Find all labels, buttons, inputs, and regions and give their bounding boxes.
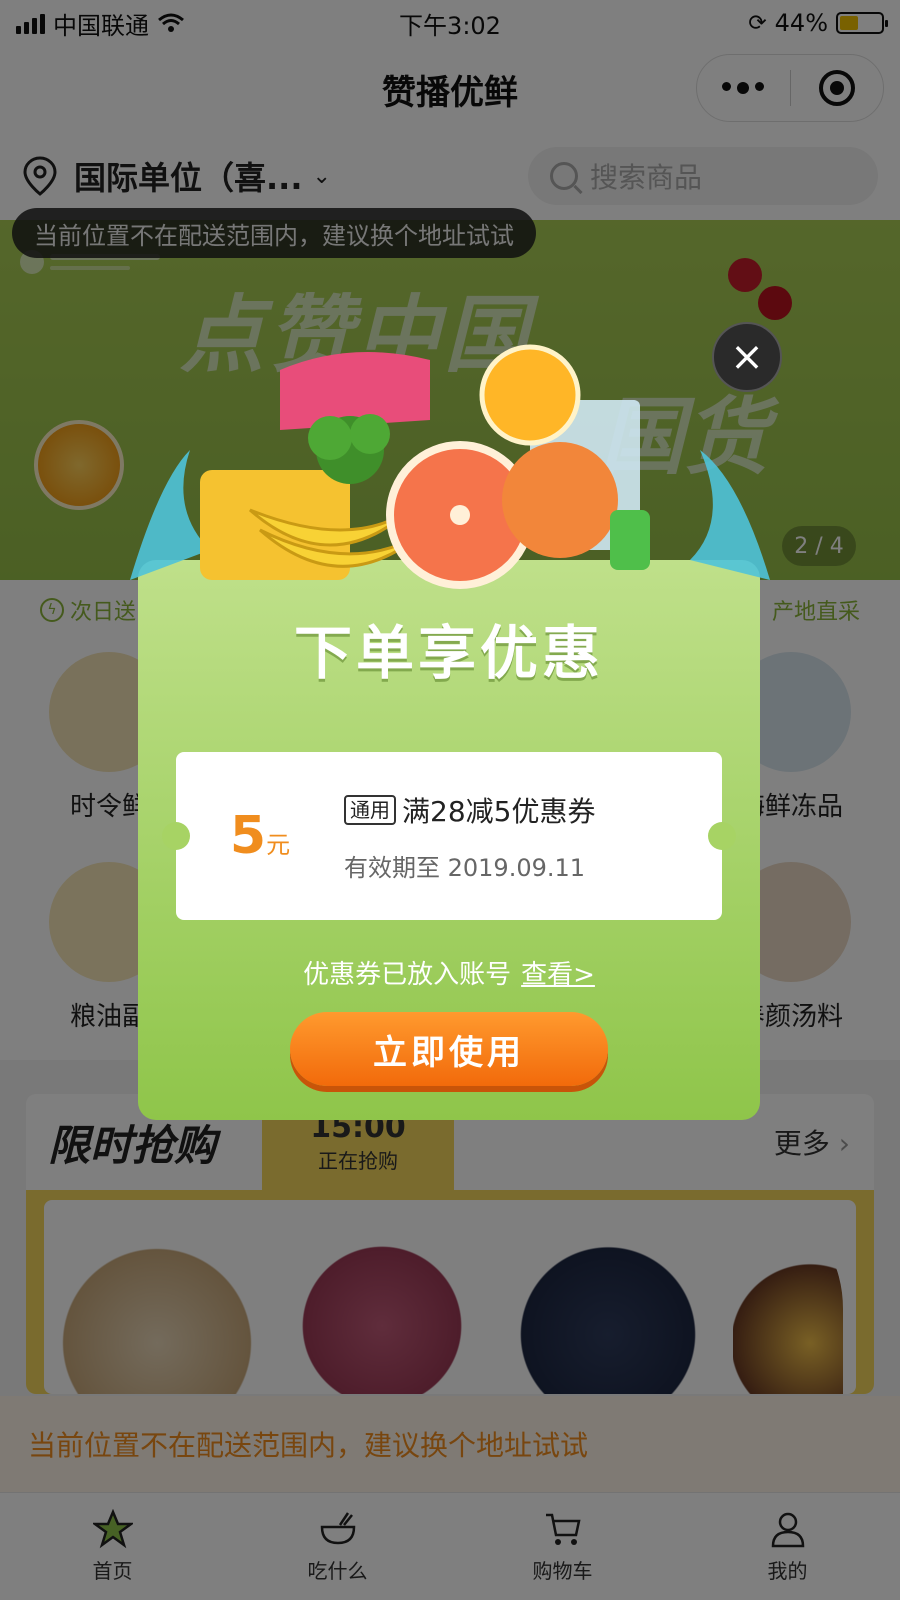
- fruit-illustration: [130, 344, 770, 589]
- modal-title: 下单享优惠: [293, 619, 604, 687]
- view-coupon-link[interactable]: 查看>: [521, 960, 595, 990]
- coupon-amount-value: 5: [229, 806, 267, 866]
- coupon-note: 优惠券已放入账号 查看>: [138, 954, 760, 991]
- coupon-card[interactable]: 5元 通用 满28减5优惠券 有效期至 2019.09.11: [162, 752, 736, 920]
- coupon-amount-unit: 元: [266, 831, 291, 859]
- coupon-expiry: 有效期至 2019.09.11: [344, 853, 586, 882]
- use-now-button[interactable]: 立即使用: [290, 1012, 608, 1086]
- coupon-note-text: 优惠券已放入账号: [303, 960, 512, 990]
- coupon-modal: 下单享优惠 5元 通用 满28减5优惠券 有效期至 2019.09.11 优惠券…: [138, 560, 760, 1120]
- close-icon[interactable]: ×: [712, 322, 782, 392]
- coupon-amount: 5元: [176, 806, 344, 866]
- coupon-tag: 通用: [344, 794, 396, 825]
- coupon-name: 满28减5优惠券: [402, 794, 596, 828]
